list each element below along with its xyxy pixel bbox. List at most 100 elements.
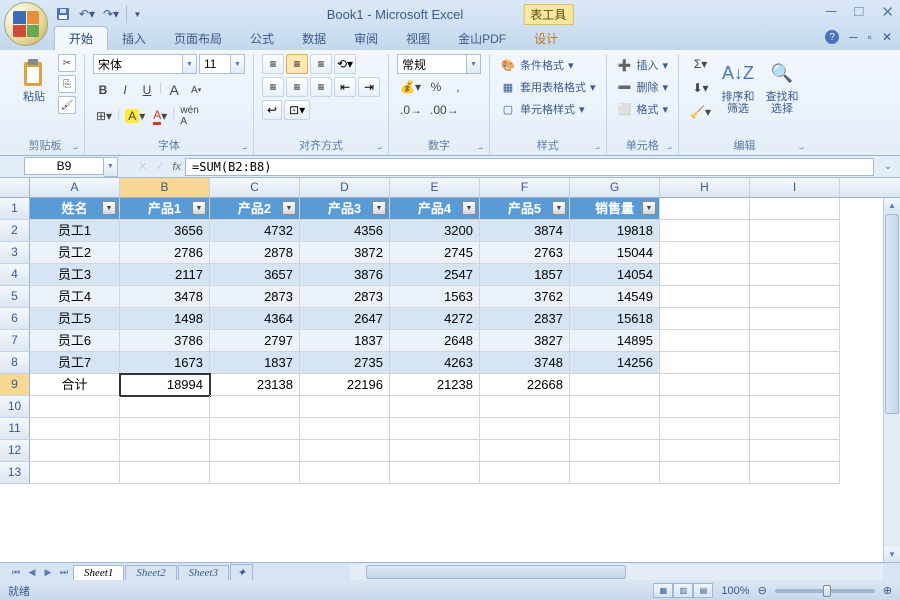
- cell[interactable]: [120, 462, 210, 484]
- cell[interactable]: 销售量▼: [570, 198, 660, 220]
- formula-input[interactable]: [185, 158, 874, 176]
- close-icon[interactable]: ✕: [881, 3, 894, 21]
- align-top-icon[interactable]: ≡: [262, 54, 284, 74]
- expand-formula-icon[interactable]: ⌄: [880, 161, 896, 172]
- grow-font-button[interactable]: A: [164, 80, 184, 100]
- office-button[interactable]: [4, 2, 48, 46]
- cell[interactable]: [660, 264, 750, 286]
- cell[interactable]: 2547: [390, 264, 480, 286]
- cell[interactable]: [750, 330, 840, 352]
- cell[interactable]: 3876: [300, 264, 390, 286]
- insert-cells-button[interactable]: ➕插入▾: [615, 54, 671, 76]
- page-layout-icon[interactable]: ▥: [673, 583, 693, 598]
- font-size-input[interactable]: [199, 54, 231, 74]
- filter-icon[interactable]: ▼: [552, 201, 566, 215]
- cell[interactable]: [660, 242, 750, 264]
- row-header[interactable]: 4: [0, 264, 30, 286]
- cell[interactable]: 2873: [300, 286, 390, 308]
- cut-icon[interactable]: ✂: [58, 54, 76, 72]
- cell[interactable]: 18994: [120, 374, 210, 396]
- cell[interactable]: [660, 462, 750, 484]
- percent-icon[interactable]: %: [426, 77, 446, 97]
- comma-icon[interactable]: ,: [448, 77, 468, 97]
- bold-button[interactable]: B: [93, 80, 113, 100]
- cell[interactable]: 合计: [30, 374, 120, 396]
- delete-cells-button[interactable]: ➖删除▾: [615, 76, 671, 98]
- select-all-corner[interactable]: [0, 178, 30, 197]
- cell[interactable]: 4356: [300, 220, 390, 242]
- col-header[interactable]: E: [390, 178, 480, 197]
- row-header[interactable]: 8: [0, 352, 30, 374]
- row-header[interactable]: 1: [0, 198, 30, 220]
- cell[interactable]: [660, 352, 750, 374]
- col-header[interactable]: H: [660, 178, 750, 197]
- increase-decimal-icon[interactable]: .0→: [397, 100, 425, 120]
- col-header[interactable]: I: [750, 178, 840, 197]
- help-icon[interactable]: ?: [825, 30, 839, 44]
- cell[interactable]: [750, 198, 840, 220]
- cell[interactable]: 员工6: [30, 330, 120, 352]
- cell[interactable]: 3657: [210, 264, 300, 286]
- col-header[interactable]: D: [300, 178, 390, 197]
- cell[interactable]: 23138: [210, 374, 300, 396]
- cell[interactable]: [660, 418, 750, 440]
- cell[interactable]: [660, 374, 750, 396]
- cell[interactable]: [30, 440, 120, 462]
- autosum-icon[interactable]: Σ▾: [687, 54, 714, 74]
- find-select-button[interactable]: 🔍 查找和 选择: [762, 54, 802, 118]
- paste-button[interactable]: 粘贴: [14, 54, 54, 106]
- cell[interactable]: 2786: [120, 242, 210, 264]
- cell[interactable]: [300, 418, 390, 440]
- cell[interactable]: 1837: [210, 352, 300, 374]
- align-middle-icon[interactable]: ≡: [286, 54, 308, 74]
- cell[interactable]: 1857: [480, 264, 570, 286]
- cell[interactable]: [660, 198, 750, 220]
- cell[interactable]: [480, 462, 570, 484]
- cell[interactable]: [300, 440, 390, 462]
- filter-icon[interactable]: ▼: [462, 201, 476, 215]
- ribbon-close-icon[interactable]: ✕: [882, 30, 892, 44]
- cell[interactable]: 1563: [390, 286, 480, 308]
- cell[interactable]: 14895: [570, 330, 660, 352]
- shrink-font-button[interactable]: A▾: [186, 80, 206, 100]
- cell[interactable]: 4272: [390, 308, 480, 330]
- align-right-icon[interactable]: ≡: [310, 77, 332, 97]
- cell[interactable]: 2647: [300, 308, 390, 330]
- page-break-icon[interactable]: ▤: [693, 583, 713, 598]
- tab-view[interactable]: 视图: [392, 27, 444, 50]
- cell[interactable]: 19818: [570, 220, 660, 242]
- scroll-thumb[interactable]: [366, 565, 626, 579]
- cell[interactable]: 3874: [480, 220, 570, 242]
- format-table-button[interactable]: ▦套用表格格式▾: [498, 76, 598, 98]
- cell[interactable]: 2117: [120, 264, 210, 286]
- orientation-icon[interactable]: ⟲▾: [334, 54, 356, 74]
- sort-filter-button[interactable]: A↓Z 排序和 筛选: [718, 54, 758, 118]
- tab-insert[interactable]: 插入: [108, 27, 160, 50]
- italic-button[interactable]: I: [115, 80, 135, 100]
- row-header[interactable]: 10: [0, 396, 30, 418]
- vertical-scrollbar[interactable]: ▲ ▼: [883, 198, 900, 562]
- cell[interactable]: [750, 220, 840, 242]
- sheet-nav-first-icon[interactable]: ⏮: [8, 564, 24, 580]
- cell[interactable]: [210, 418, 300, 440]
- cell[interactable]: [120, 440, 210, 462]
- tab-formulas[interactable]: 公式: [236, 27, 288, 50]
- scroll-down-icon[interactable]: ▼: [884, 547, 900, 562]
- sheet-tab[interactable]: Sheet3: [178, 565, 229, 580]
- ribbon-restore-icon[interactable]: ▫: [868, 30, 872, 44]
- cell[interactable]: 员工1: [30, 220, 120, 242]
- cell-styles-button[interactable]: ▢单元格样式▾: [498, 98, 587, 120]
- cell[interactable]: 产品4▼: [390, 198, 480, 220]
- align-bottom-icon[interactable]: ≡: [310, 54, 332, 74]
- chevron-down-icon[interactable]: ▼: [183, 54, 197, 74]
- cell[interactable]: 21238: [390, 374, 480, 396]
- underline-button[interactable]: U: [137, 80, 157, 100]
- col-header[interactable]: A: [30, 178, 120, 197]
- cell[interactable]: [750, 308, 840, 330]
- cell[interactable]: 14054: [570, 264, 660, 286]
- cell[interactable]: [390, 418, 480, 440]
- currency-icon[interactable]: 💰▾: [397, 77, 424, 97]
- cell[interactable]: 4732: [210, 220, 300, 242]
- sheet-nav-last-icon[interactable]: ⏭: [56, 564, 72, 580]
- cell[interactable]: [750, 374, 840, 396]
